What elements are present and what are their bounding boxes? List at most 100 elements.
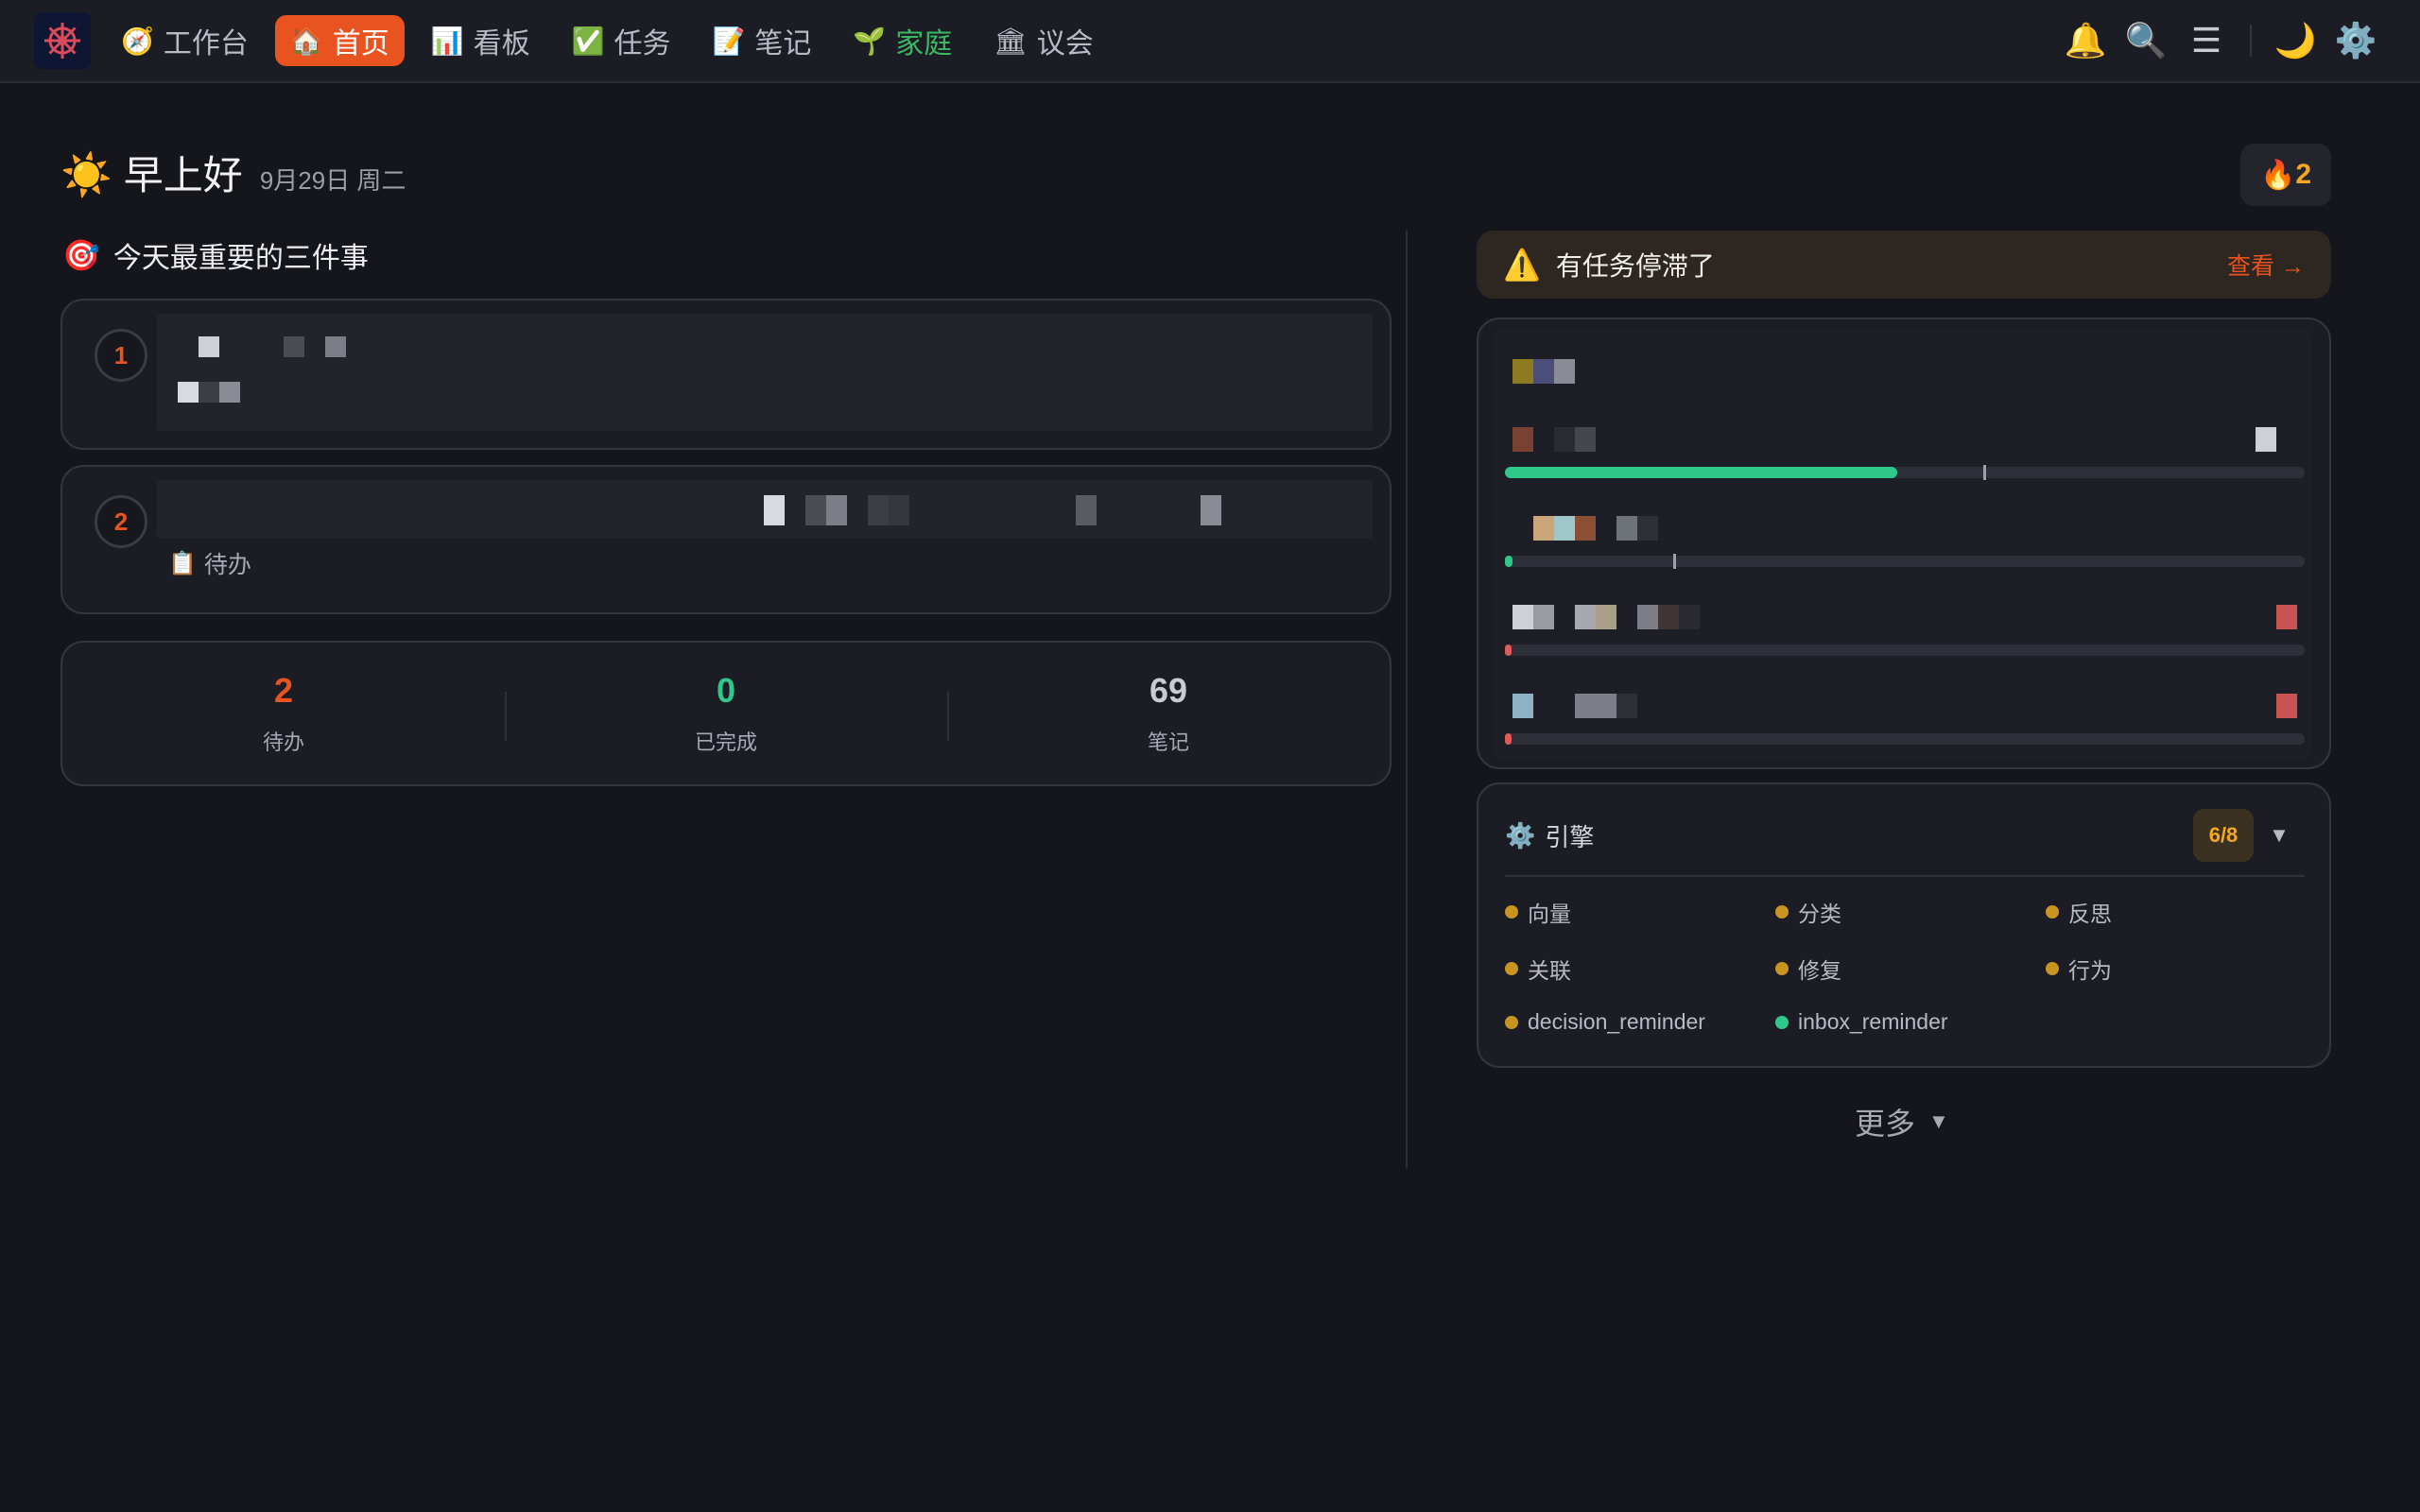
separator	[2250, 25, 2252, 57]
stalled-alert[interactable]: ⚠️ 有任务停滞了 查看 →	[1477, 231, 2331, 299]
seedling-icon: 🌱	[853, 26, 887, 56]
redacted-pixel	[1658, 605, 1679, 629]
gear-icon[interactable]: ⚙️	[2325, 14, 2386, 67]
more-button[interactable]: 更多 ▼	[1855, 1100, 1949, 1143]
sun-icon: ☀️	[60, 152, 112, 198]
status-dot	[1775, 1015, 1789, 1029]
menu-icon[interactable]: ☰	[2176, 14, 2237, 67]
stat-value: 2	[273, 671, 294, 710]
clipboard-icon: 📋	[168, 550, 197, 576]
redacted-pixel	[826, 495, 847, 525]
nav-family[interactable]: 🌱 家庭	[838, 15, 967, 66]
nav-notes[interactable]: 📝 笔记	[698, 15, 827, 66]
redacted-pixel	[1076, 495, 1097, 525]
stat-label: 笔记	[1147, 730, 1189, 754]
progress-marker	[1673, 554, 1676, 569]
engine-item-label: 修复	[1798, 958, 1841, 983]
engine-item-label: 关联	[1528, 958, 1571, 983]
priority-card-1[interactable]: 1	[60, 299, 1392, 450]
fire-icon: 🔥	[2259, 159, 2296, 191]
redacted-pixel	[1596, 694, 1616, 718]
redacted-pixel	[178, 382, 199, 403]
stat-value: 69	[1149, 671, 1188, 710]
task-progress-bar	[1505, 554, 2305, 569]
nav-label: 看板	[473, 28, 530, 60]
moon-icon[interactable]: 🌙	[2265, 14, 2325, 67]
status-dot	[1505, 962, 1518, 975]
engine-item: 反思	[2046, 896, 2112, 928]
redacted-pixel	[1679, 605, 1700, 629]
redacted-pixel	[1554, 359, 1575, 384]
helm-logo-icon	[44, 23, 80, 59]
nav-label: 任务	[614, 28, 671, 60]
engine-item: 关联	[1505, 953, 1571, 985]
check-icon: ✅	[571, 26, 605, 56]
stat-notes[interactable]: 69 笔记	[947, 643, 1390, 784]
divider	[1505, 875, 2305, 877]
chevron-down-icon[interactable]: ▼	[2254, 823, 2305, 848]
engine-item-label: 向量	[1528, 902, 1571, 926]
redacted-pixel	[1201, 495, 1221, 525]
redacted-pixel	[1575, 605, 1596, 629]
progress-fill	[1505, 733, 1512, 745]
bell-icon[interactable]: 🔔	[2055, 14, 2116, 67]
engine-item: 行为	[2046, 953, 2112, 985]
priority-number: 2	[95, 495, 147, 548]
stat-label: 已完成	[694, 730, 757, 754]
redacted-pixel	[1512, 427, 1533, 452]
engine-item-label: 反思	[2068, 902, 2112, 926]
stalled-task-list	[1477, 318, 2331, 769]
todo-tag-label: 待办	[203, 552, 251, 578]
progress-fill	[1505, 644, 1512, 656]
streak-badge[interactable]: 🔥 2	[2240, 144, 2331, 206]
redacted-pixel	[1637, 516, 1658, 541]
redacted-pixel	[868, 495, 889, 525]
search-icon[interactable]: 🔍	[2116, 14, 2176, 67]
target-icon: 🎯	[62, 238, 100, 272]
redacted-pixel	[1575, 427, 1596, 452]
redacted-pixel	[805, 495, 826, 525]
redacted-pixel	[1512, 359, 1533, 384]
building-icon: 🏛	[994, 26, 1028, 56]
stat-value: 0	[716, 671, 736, 710]
task-progress-bar	[1505, 733, 2305, 745]
nav-board[interactable]: 📊 看板	[416, 15, 545, 66]
redacted-pixel	[2276, 605, 2297, 629]
view-link[interactable]: 查看 →	[2227, 248, 2305, 282]
priorities-title: 🎯 今天最重要的三件事	[62, 234, 369, 276]
progress-fill	[1505, 556, 1513, 567]
alert-text: 有任务停滞了	[1555, 251, 1715, 281]
redacted-pixel	[1616, 516, 1637, 541]
app-logo[interactable]	[34, 12, 91, 69]
column-divider	[1406, 231, 1408, 1168]
redacted-pixel	[889, 495, 909, 525]
nav-label: 议会	[1036, 28, 1094, 60]
redacted-content	[157, 480, 1373, 539]
nav-workbench[interactable]: 🧭 工作台	[106, 15, 264, 66]
stat-todo[interactable]: 2 待办	[62, 643, 505, 784]
priority-card-2[interactable]: 2 📋 待办	[60, 465, 1392, 614]
task-progress-bar	[1505, 465, 2305, 480]
redacted-pixel	[2276, 694, 2297, 718]
memo-icon: 📝	[712, 26, 746, 56]
engine-item-label: decision_reminder	[1528, 1009, 1705, 1034]
more-label: 更多	[1855, 1107, 1916, 1141]
nav-tasks[interactable]: ✅ 任务	[557, 15, 686, 66]
engine-header[interactable]: ⚙️ 引擎 6/8 ▼	[1505, 809, 2305, 862]
engine-item: 分类	[1775, 896, 1841, 928]
nav-label: 笔记	[754, 28, 812, 60]
stat-done[interactable]: 0 已完成	[505, 643, 947, 784]
redacted-pixel	[2256, 427, 2276, 452]
engine-panel: ⚙️ 引擎 6/8 ▼ 向量 分类 反思 关联 修复 行为 decision_r…	[1477, 782, 2331, 1068]
nav-council[interactable]: 🏛 议会	[978, 15, 1109, 66]
redacted-pixel	[1616, 694, 1637, 718]
warning-icon: ⚠️	[1503, 248, 1541, 282]
redacted-content	[157, 314, 1373, 431]
nav-label: 首页	[332, 28, 389, 60]
status-dot	[1775, 905, 1789, 919]
engine-item-label: inbox_reminder	[1798, 1009, 1948, 1034]
compass-icon: 🧭	[121, 26, 154, 56]
redacted-pixel	[219, 382, 240, 403]
nav-home[interactable]: 🏠 首页	[274, 15, 405, 66]
redacted-pixel	[1533, 605, 1554, 629]
